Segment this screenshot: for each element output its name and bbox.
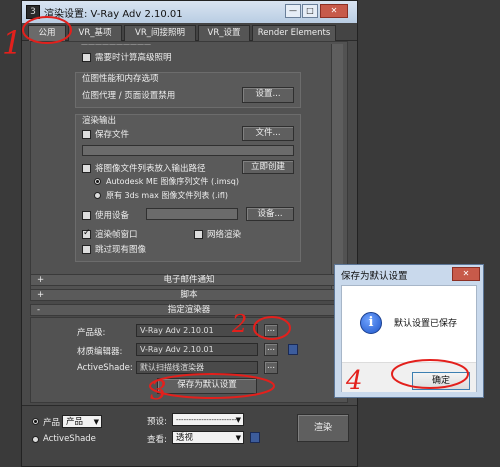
- annotation-3: 3: [150, 376, 167, 406]
- annotation-overlay: [22, 16, 469, 399]
- annotation-2: 2: [232, 310, 248, 338]
- annotation-4: 4: [346, 366, 363, 396]
- ok-highlight-circle: [391, 359, 469, 389]
- browse-highlight-circle: [253, 316, 291, 340]
- annotation-1: 1: [2, 24, 23, 62]
- save-default-highlight-circle: [149, 373, 275, 399]
- tab-highlight-circle: [22, 16, 72, 44]
